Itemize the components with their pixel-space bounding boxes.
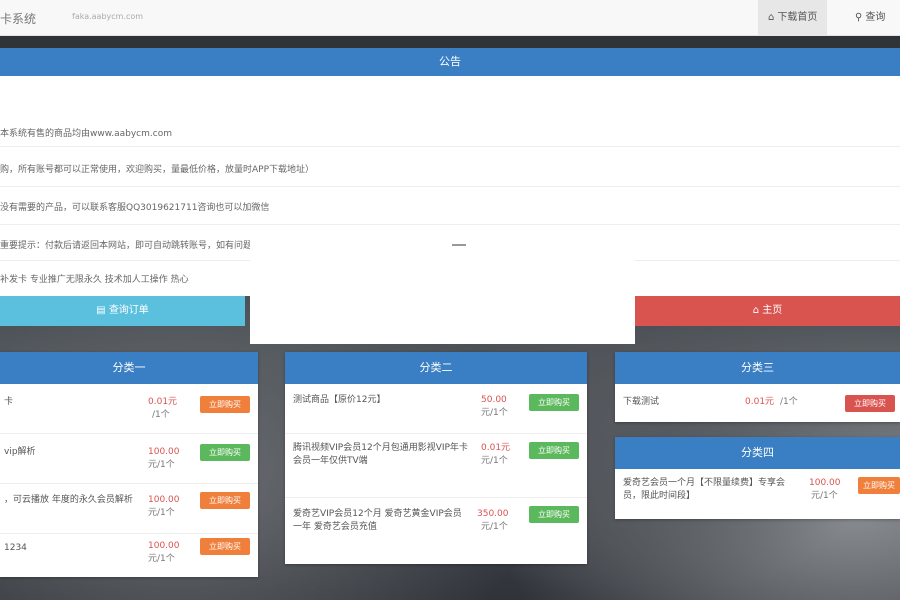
divider [0, 224, 900, 225]
product-unit: 元/1个 [811, 491, 838, 501]
buy-button[interactable]: 立即购买 [529, 506, 579, 523]
product-row[interactable]: 卡 0.01元 /1个 立即购买 [0, 384, 258, 434]
buy-button[interactable]: 立即购买 [200, 396, 250, 413]
notice-title: 公告 [0, 48, 900, 76]
buy-button[interactable]: 立即购买 [529, 394, 579, 411]
product-unit: 元/1个 [148, 460, 175, 470]
product-price: 350.00 [477, 509, 509, 519]
query-order-label: 查询订单 [108, 305, 149, 316]
product-price: 0.01元 [481, 443, 511, 453]
product-unit: 元/1个 [481, 408, 508, 418]
product-row[interactable]: 腾讯视频VIP会员12个月包通用影视VIP年卡会员一年仅供TV端 0.01元 元… [285, 434, 587, 498]
notice-line-5: 补发卡 专业推广无限永久 技术加人工操作 热心 [0, 275, 189, 285]
product-row[interactable]: vip解析 100.00 元/1个 立即购买 [0, 434, 258, 484]
notice-line-3: 没有需要的产品，可以联系客服QQ3019621711咨询也可以加微信 [0, 203, 270, 213]
product-name: 腾讯视频VIP会员12个月包通用影视VIP年卡会员一年仅供TV端 [293, 443, 468, 466]
buy-button[interactable]: 立即购买 [200, 492, 250, 509]
category-title: 分类一 [0, 352, 258, 384]
nav-home-label: 下载首页 [777, 12, 818, 23]
product-row[interactable]: ，可云播放 年度的永久会员解析 100.00 元/1个 立即购买 [0, 484, 258, 534]
product-unit: /1个 [152, 410, 170, 420]
product-name: 1234 [4, 543, 27, 553]
notice-line-1: 本系统有售的商品均由www.aabycm.com [0, 129, 172, 139]
category-card-2: 分类二 测试商品【原价12元】 50.00 元/1个 立即购买 腾讯视频VIP会… [285, 352, 587, 564]
buy-button[interactable]: 立即购买 [858, 477, 900, 494]
popup-close-icon[interactable] [452, 244, 466, 246]
product-row[interactable]: 爱奇艺会员一个月【不限量续费】专享会员，限此时间段】 100.00 元/1个 立… [615, 469, 900, 519]
home-icon: ⌂ [752, 305, 763, 316]
category-title: 分类二 [285, 352, 587, 384]
category-title: 分类三 [615, 352, 900, 384]
product-row[interactable]: 爱奇艺VIP会员12个月 爱奇艺黄金VIP会员一年 爱奇艺会员充值 350.00… [285, 498, 587, 564]
category-card-3: 分类三 下载测试 0.01元 /1个 立即购买 [615, 352, 900, 422]
query-order-button[interactable]: ▤ 查询订单 [0, 296, 245, 326]
product-name: vip解析 [4, 447, 36, 457]
nav-home-button[interactable]: ⌂ 下载首页 [758, 0, 828, 36]
popup-overlay [250, 232, 635, 344]
product-name: 爱奇艺会员一个月【不限量续费】专享会员，限此时间段】 [623, 478, 786, 501]
product-price: 0.01元 [148, 397, 178, 407]
divider [0, 186, 900, 187]
home-button-label: 主页 [762, 305, 783, 316]
category-card-4: 分类四 爱奇艺会员一个月【不限量续费】专享会员，限此时间段】 100.00 元/… [615, 437, 900, 519]
product-name: ，可云播放 年度的永久会员解析 [4, 495, 133, 505]
category-card-1: 分类一 卡 0.01元 /1个 立即购买 vip解析 100.00 元/1个 立… [0, 352, 258, 577]
buy-button[interactable]: 立即购买 [200, 538, 250, 555]
product-price: 100.00 [809, 478, 841, 488]
product-price: 50.00 [481, 395, 507, 405]
site-url: faka.aabycm.com [72, 12, 144, 21]
product-unit: 元/1个 [481, 522, 508, 532]
product-row[interactable]: 下载测试 0.01元 /1个 立即购买 [615, 384, 900, 422]
home-icon: ⌂ [768, 12, 775, 23]
nav-search-label: 查询 [865, 12, 886, 23]
product-unit: 元/1个 [481, 456, 508, 466]
product-unit: 元/1个 [148, 554, 175, 564]
product-price: 100.00 [148, 541, 180, 551]
product-row[interactable]: 测试商品【原价12元】 50.00 元/1个 立即购买 [285, 384, 587, 434]
product-name: 爱奇艺VIP会员12个月 爱奇艺黄金VIP会员一年 爱奇艺会员充值 [293, 509, 462, 532]
divider [0, 146, 900, 147]
top-navbar: 卡系统 faka.aabycm.com ⌂ 下载首页 ⚲ 查询 [0, 0, 900, 36]
product-price: 0.01元 [745, 397, 775, 407]
home-button[interactable]: ⌂ 主页 [635, 296, 900, 326]
buy-button[interactable]: 立即购买 [200, 444, 250, 461]
product-unit: /1个 [780, 397, 798, 407]
product-name: 测试商品【原价12元】 [293, 395, 386, 405]
product-price: 100.00 [148, 495, 180, 505]
site-brand[interactable]: 卡系统 [0, 10, 36, 27]
nav-search-button[interactable]: ⚲ 查询 [845, 0, 895, 36]
product-price: 100.00 [148, 447, 180, 457]
buy-button[interactable]: 立即购买 [845, 395, 895, 412]
category-title: 分类四 [615, 437, 900, 469]
buy-button[interactable]: 立即购买 [529, 442, 579, 459]
product-row[interactable]: 1234 100.00 元/1个 立即购买 [0, 534, 258, 577]
product-unit: 元/1个 [148, 508, 175, 518]
product-name: 卡 [4, 397, 14, 407]
notice-line-2: 购，所有账号都可以正常使用，欢迎购买，量最低价格，放量时APP下载地址） [0, 165, 315, 175]
list-icon: ▤ [96, 305, 109, 316]
search-icon: ⚲ [855, 12, 863, 23]
product-name: 下载测试 [623, 397, 660, 407]
